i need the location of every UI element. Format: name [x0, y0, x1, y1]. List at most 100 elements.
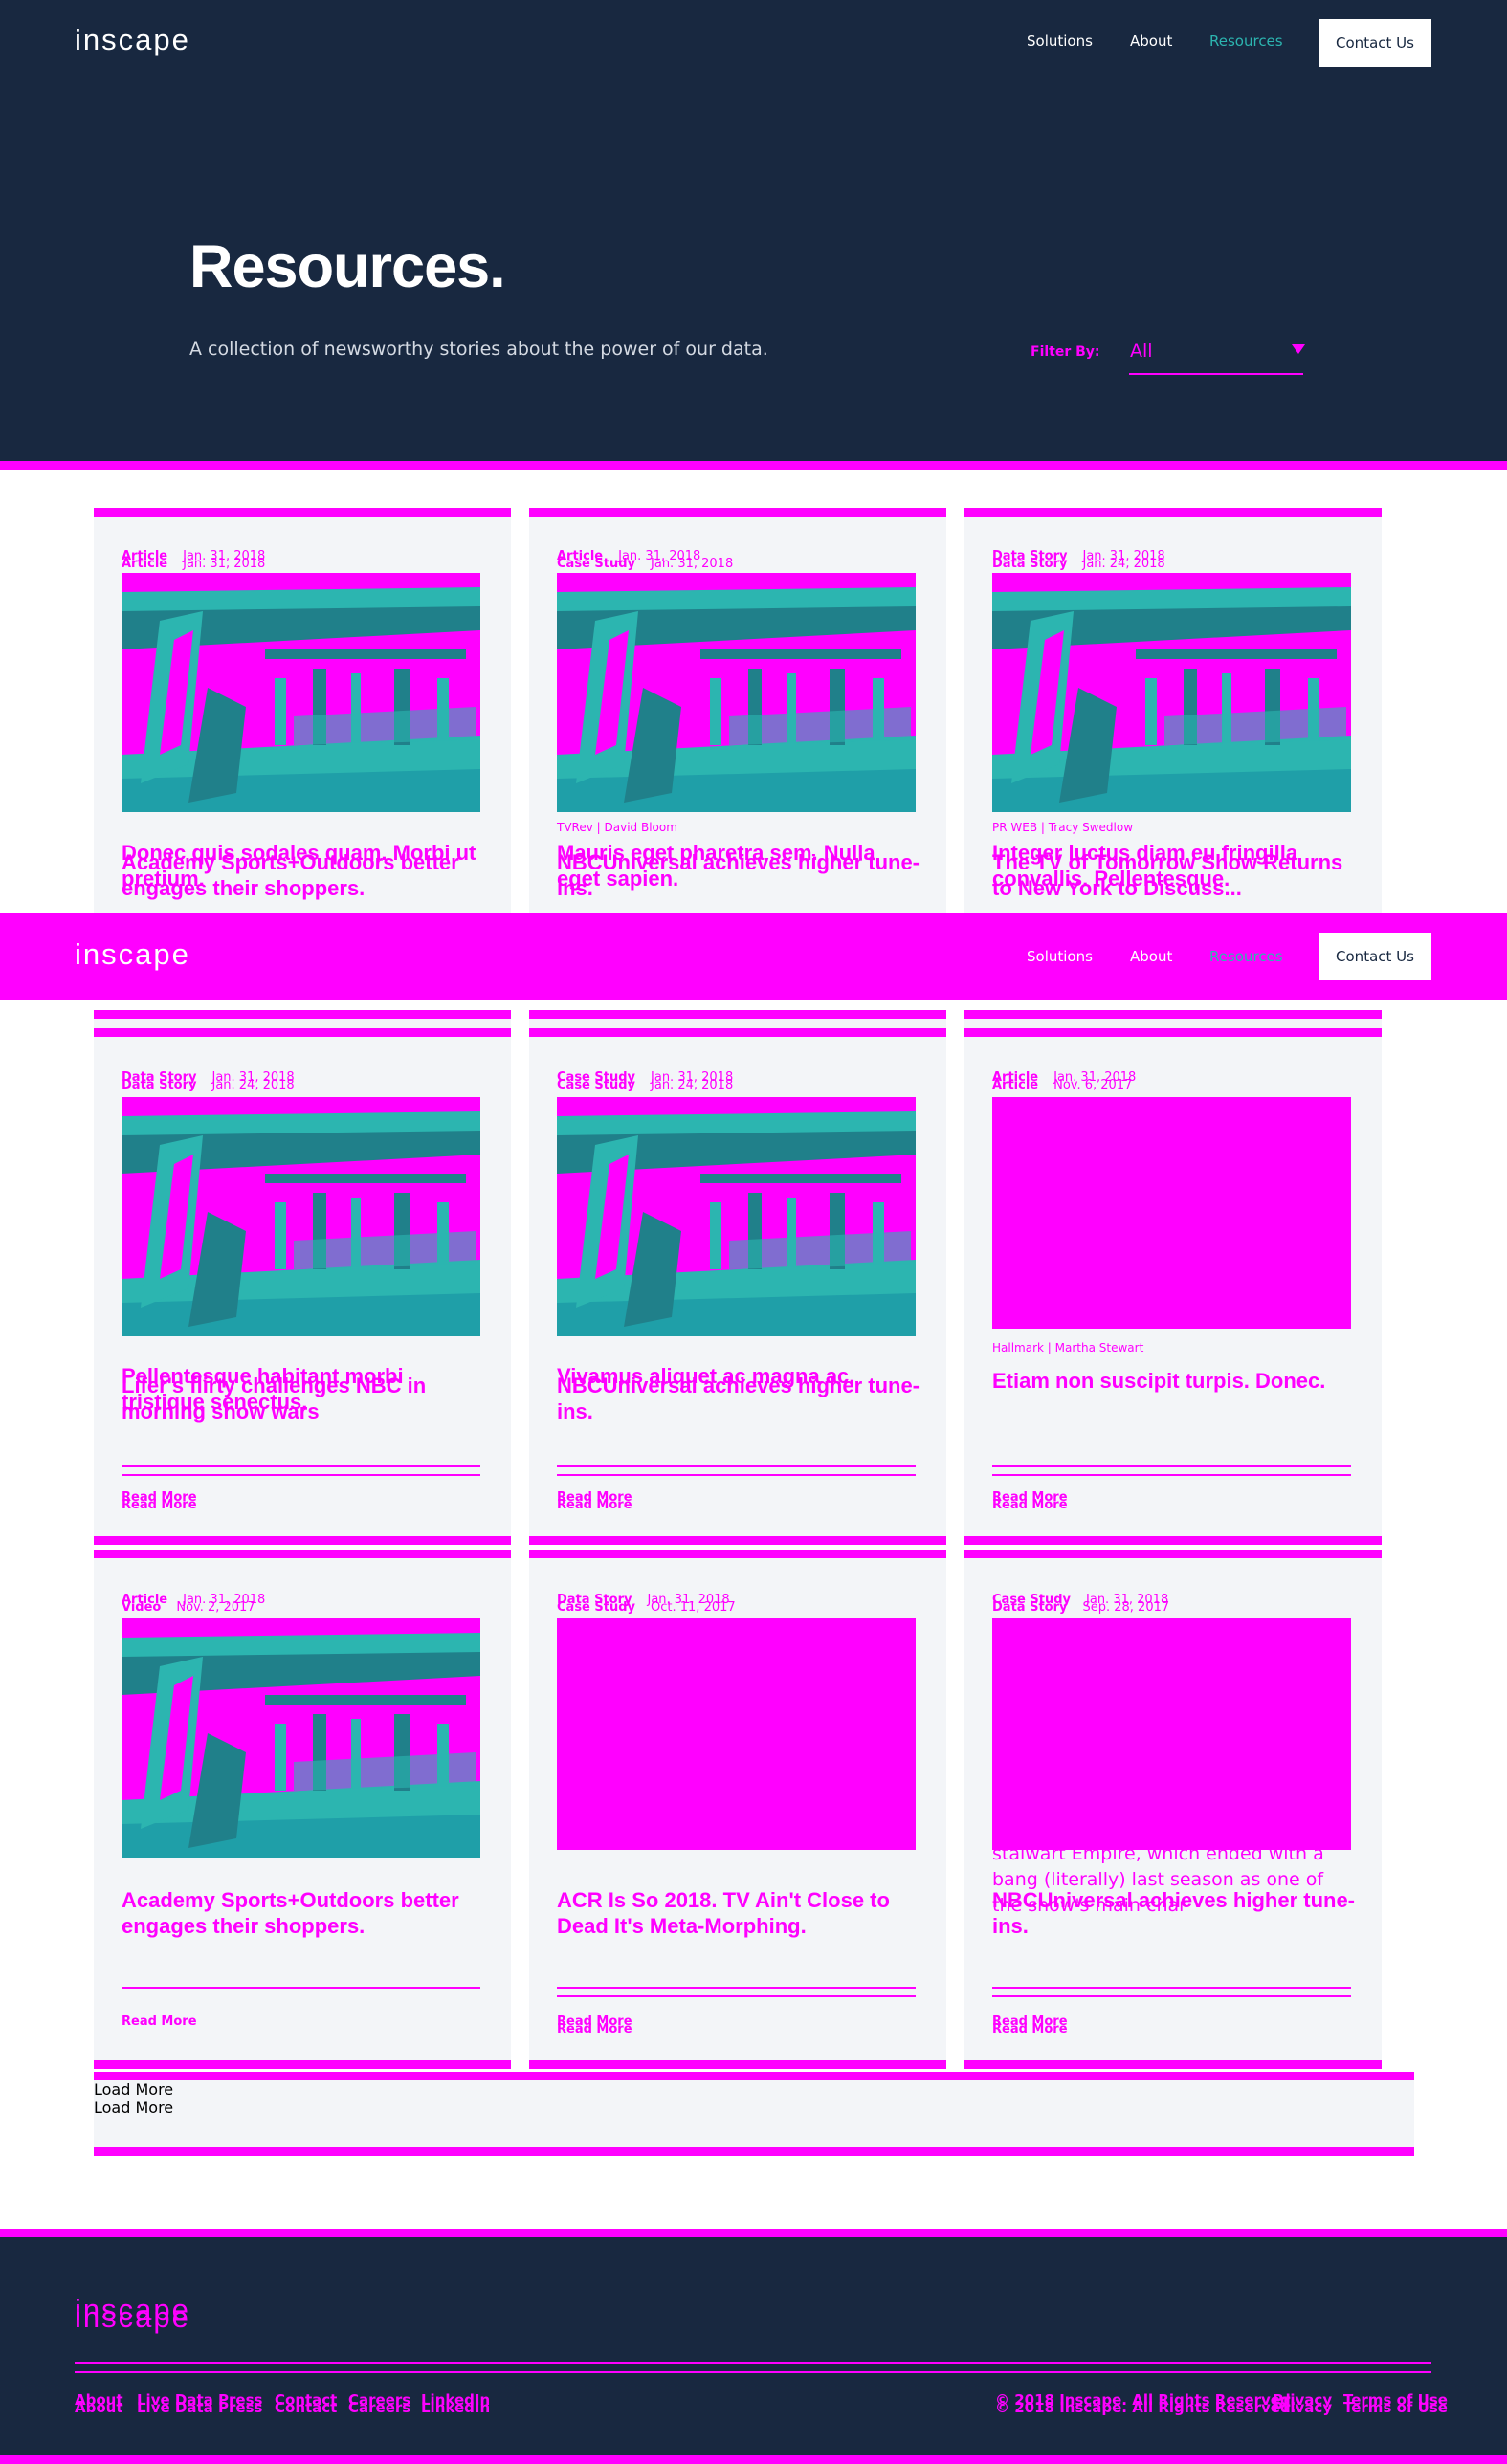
- card-image[interactable]: [992, 573, 1351, 812]
- read-more-link[interactable]: Read More: [557, 1499, 632, 1511]
- resource-card-9[interactable]: Case Study Jan. 31, 2018 Data Story Sep. 2…: [964, 1550, 1382, 2069]
- resource-card-3[interactable]: Data Story Jan. 31, 2018 Data Story Jan. 2…: [964, 508, 1382, 936]
- page-title: Resources.: [189, 233, 506, 300]
- copyright: © 2018 Inscape. All Rights Reserved.: [995, 2399, 1296, 2416]
- footer-link-contact[interactable]: Contact: [275, 2401, 337, 2415]
- page-subtitle: A collection of newsworthy stories about…: [189, 339, 768, 360]
- card-meta: Case Study Jan. 31, 2018: [557, 557, 734, 571]
- resource-card-7[interactable]: Article Jan. 31, 2018 Video Nov. 2, 2017 A…: [94, 1550, 511, 2069]
- nav-solutions[interactable]: Solutions: [1027, 948, 1093, 965]
- building-image: [557, 1097, 916, 1336]
- card-title[interactable]: The TV of Tomorrow Show Returns to New Y…: [992, 849, 1356, 901]
- footer-link-careers[interactable]: Careers: [348, 2401, 410, 2415]
- footer-link-press[interactable]: Press: [218, 2401, 262, 2415]
- card-source: TVRev | David Bloom: [557, 821, 677, 834]
- load-more-label[interactable]: Load More: [94, 2080, 1414, 2099]
- resource-card-2[interactable]: Article Jan. 31, 2018 Case Study Jan. 31, …: [529, 508, 946, 936]
- resource-card-5[interactable]: Case Study Jan. 31, 2018 Case Study Jan. 2…: [529, 1010, 946, 1545]
- card-image-placeholder[interactable]: [992, 1618, 1351, 1850]
- load-more-label[interactable]: Load More: [94, 2099, 1414, 2117]
- bottom-bar: [0, 2455, 1507, 2464]
- footer: inscape inscape About About Live Data Li…: [0, 2237, 1507, 2464]
- card-divider: [557, 1474, 916, 1476]
- card-title[interactable]: ACR Is So 2018. TV Ain't Close to Dead I…: [557, 1887, 920, 1939]
- footer-link-about[interactable]: About: [75, 2401, 123, 2415]
- nav-resources[interactable]: Resources: [1209, 33, 1283, 50]
- building-image: [122, 573, 480, 812]
- card-image-placeholder[interactable]: [557, 1618, 916, 1850]
- footer-link-live-data[interactable]: Live Data: [137, 2401, 213, 2415]
- card-divider: [557, 1995, 916, 1997]
- footer-link-terms[interactable]: Terms of Use: [1343, 2401, 1448, 2415]
- logo[interactable]: inscape: [75, 937, 190, 972]
- card-image[interactable]: [122, 1097, 480, 1336]
- card-title[interactable]: NBCUniversal achieves higher tune-ins.: [557, 849, 920, 901]
- card-image[interactable]: [122, 573, 480, 812]
- card-meta: Case Study Oct. 11, 2017: [557, 1600, 736, 1615]
- card-title[interactable]: Etiam non suscipit turpis. Donec.: [992, 1368, 1356, 1394]
- section-divider: [0, 461, 1507, 470]
- card-title[interactable]: Lifer's flirty challenges NBC in morning…: [122, 1373, 485, 1424]
- card-meta: Video Nov. 2, 2017: [122, 1600, 255, 1615]
- card-divider: [992, 1995, 1351, 1997]
- card-image[interactable]: [557, 573, 916, 812]
- card-divider: [992, 1987, 1351, 1989]
- read-more-link[interactable]: Read More: [557, 2023, 632, 2035]
- filter-value[interactable]: All: [1130, 341, 1153, 362]
- card-title[interactable]: NBCUniversal achieves higher tune-ins.: [992, 1887, 1356, 1939]
- card-meta: Data Story Jan. 24, 2018: [992, 557, 1165, 571]
- card-divider: [557, 1987, 916, 1989]
- card-divider: [557, 1465, 916, 1467]
- card-meta: Data Story Sep. 28, 2017: [992, 1600, 1170, 1615]
- logo[interactable]: inscape: [75, 23, 190, 57]
- card-top-rule: [964, 1028, 1382, 1037]
- card-source: PR WEB | Tracy Swedlow: [992, 821, 1134, 834]
- card-title[interactable]: Academy Sports+Outdoors better engages t…: [122, 1887, 485, 1939]
- chevron-down-icon[interactable]: [1292, 344, 1305, 354]
- footer-rule: [75, 2362, 1431, 2364]
- footer-divider: [0, 2229, 1507, 2237]
- footer-rule: [75, 2371, 1431, 2373]
- resource-card-1[interactable]: Article Jan. 31, 2018 Article Jan. 31, 201…: [94, 508, 511, 936]
- nav-solutions[interactable]: Solutions: [1027, 33, 1093, 50]
- resource-card-4[interactable]: Data Story Jan. 31, 2018 Data Story Jan. 2…: [94, 1010, 511, 1545]
- footer-link-privacy[interactable]: Privacy: [1273, 2401, 1332, 2415]
- contact-button[interactable]: Contact Us: [1319, 19, 1431, 67]
- read-more-link[interactable]: Read More: [992, 2023, 1068, 2035]
- nav-about[interactable]: About: [1130, 33, 1172, 50]
- card-meta: Data Story Jan. 24, 2018: [122, 1078, 295, 1092]
- resource-card-6[interactable]: Article Jan. 31, 2018 Article Nov. 6, 2017…: [964, 1010, 1382, 1545]
- nav-about[interactable]: About: [1130, 948, 1172, 965]
- card-divider: [992, 1474, 1351, 1476]
- card-image[interactable]: [122, 1618, 480, 1858]
- building-image: [122, 1097, 480, 1336]
- card-meta: Article Nov. 6, 2017: [992, 1078, 1133, 1092]
- sticky-header: inscape Solutions About Resources Contac…: [0, 913, 1507, 1000]
- card-title[interactable]: NBCUniversal achieves higher tune-ins.: [557, 1373, 920, 1424]
- contact-button[interactable]: Contact Us: [1319, 933, 1431, 980]
- card-meta: Article Jan. 31, 2018: [122, 557, 266, 571]
- card-top-rule: [529, 1028, 946, 1037]
- read-more-link[interactable]: Read More: [992, 1499, 1068, 1511]
- card-meta: Case Study Jan. 24, 2018: [557, 1078, 734, 1092]
- read-more-link[interactable]: Read More: [122, 2015, 197, 2028]
- card-divider: [122, 1465, 480, 1467]
- card-image[interactable]: [557, 1097, 916, 1336]
- card-source: Hallmark | Martha Stewart: [992, 1341, 1144, 1354]
- card-title[interactable]: Academy Sports+Outdoors better engages t…: [122, 849, 485, 901]
- read-more-link[interactable]: Read More: [122, 1499, 197, 1511]
- resource-card-8[interactable]: Data Story Jan. 31, 2018 Case Study Oct. 1…: [529, 1550, 946, 2069]
- hero-section: [0, 0, 1507, 461]
- footer-logo[interactable]: inscape: [75, 2300, 190, 2335]
- load-more-button[interactable]: Load More Load More: [94, 2072, 1414, 2156]
- nav-resources[interactable]: Resources: [1209, 948, 1283, 965]
- card-image-placeholder[interactable]: [992, 1097, 1351, 1329]
- card-divider: [122, 1987, 480, 1989]
- card-top-rule: [94, 1028, 511, 1037]
- footer-link-linkedin[interactable]: LinkedIn: [421, 2401, 490, 2415]
- filter-select[interactable]: [1129, 335, 1303, 375]
- building-image: [122, 1618, 480, 1858]
- building-image: [557, 573, 916, 812]
- card-divider: [122, 1474, 480, 1476]
- card-divider: [992, 1465, 1351, 1467]
